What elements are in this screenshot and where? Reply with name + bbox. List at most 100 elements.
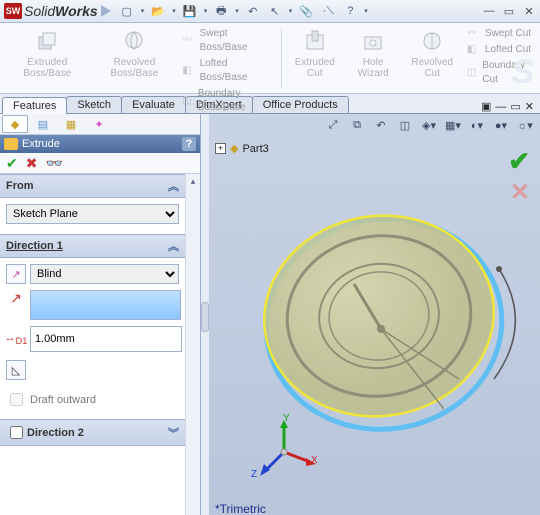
pm-scrollbar[interactable]: ▴ bbox=[185, 174, 200, 515]
fm-tab-feature-tree[interactable]: ◆ bbox=[2, 115, 28, 133]
draft-outward-checkbox[interactable] bbox=[10, 393, 23, 406]
open-icon[interactable]: 📂 bbox=[150, 3, 166, 19]
group-from-body: Sketch Plane bbox=[0, 198, 185, 234]
view-orientation-label: *Trimetric bbox=[215, 502, 266, 515]
scroll-up-icon[interactable]: ▴ bbox=[191, 176, 196, 187]
ribbon-label: Swept Boss/Base bbox=[200, 27, 274, 55]
pm-action-row: ✔ ✖ 👓 bbox=[0, 153, 200, 174]
boundary-boss-icon: ◫ bbox=[182, 94, 193, 108]
feature-tree-icon: ◆ bbox=[11, 118, 19, 131]
pm-cancel-button[interactable]: ✖ bbox=[26, 155, 38, 172]
app-title: SolidWorks bbox=[24, 3, 98, 19]
boundary-cut-button[interactable]: ◫ Boundary Cut bbox=[467, 59, 532, 87]
section-view-icon[interactable]: ◫ bbox=[396, 116, 414, 134]
tab-features[interactable]: Features bbox=[2, 97, 67, 114]
expand-icon[interactable]: + bbox=[215, 143, 226, 154]
group-dir2-header[interactable]: Direction 2︾ bbox=[0, 419, 185, 446]
hide-show-icon[interactable]: ◐▾ bbox=[468, 116, 486, 134]
ribbon-label: Boundary Cut bbox=[482, 59, 532, 87]
flyout-icon[interactable] bbox=[101, 5, 111, 17]
pm-detail-button[interactable]: 👓 bbox=[45, 155, 62, 172]
panel-splitter[interactable] bbox=[201, 114, 209, 515]
new-icon[interactable]: ▢ bbox=[119, 3, 135, 19]
reverse-direction-button[interactable]: ↗ bbox=[6, 264, 26, 284]
view-orient-icon[interactable]: ◈▾ bbox=[420, 116, 438, 134]
app-logo-icon: SW bbox=[4, 3, 22, 19]
depth-input[interactable] bbox=[30, 326, 182, 352]
appearance-icon[interactable]: ●▾ bbox=[492, 116, 510, 134]
help-icon[interactable]: ? bbox=[342, 3, 358, 19]
lofted-boss-icon: ◧ bbox=[182, 64, 195, 78]
minimize-window-icon[interactable]: — bbox=[495, 101, 506, 113]
zoom-area-icon[interactable]: ⧉ bbox=[348, 116, 366, 134]
pin-icon[interactable]: 📎 bbox=[298, 3, 314, 19]
extruded-boss-button[interactable]: Extruded Boss/Base bbox=[4, 25, 91, 93]
ribbon-label: Lofted Boss/Base bbox=[200, 57, 274, 85]
group-label: Direction 2 bbox=[27, 427, 84, 439]
fm-tab-config-mgr[interactable]: ▦ bbox=[58, 115, 84, 133]
boundary-boss-button[interactable]: ◫Boundary Boss/Base bbox=[182, 87, 274, 115]
close-window-icon[interactable]: ✕ bbox=[525, 100, 534, 113]
axis-z-label: Z bbox=[251, 469, 257, 480]
lofted-cut-button[interactable]: ◧Lofted Cut bbox=[467, 43, 532, 57]
splitter-grip-icon bbox=[201, 302, 209, 332]
view-triad[interactable]: Y X Z bbox=[249, 417, 319, 490]
swept-cut-button[interactable]: 〰Swept Cut bbox=[467, 27, 532, 41]
maximize-window-icon[interactable]: ▭ bbox=[510, 100, 520, 113]
from-select[interactable]: Sketch Plane bbox=[6, 204, 179, 224]
extruded-boss-icon bbox=[33, 27, 61, 55]
boundary-cut-icon: ◫ bbox=[467, 66, 478, 80]
dir2-enable-checkbox[interactable] bbox=[10, 426, 23, 439]
quick-access-toolbar: ▢▾ 📂▾ 💾▾ 🖶▾ ↶ ↖▾ 📎 ·⟍ ?▾ bbox=[119, 3, 482, 19]
ribbon-label: Revolved Boss/Base bbox=[97, 57, 173, 79]
minimize-button[interactable]: — bbox=[482, 4, 496, 18]
revolved-boss-button[interactable]: Revolved Boss/Base bbox=[91, 25, 179, 93]
tab-evaluate[interactable]: Evaluate bbox=[121, 96, 186, 113]
workspace: ◆ ▤ ▦ ✦ Extrude ? ✔ ✖ 👓 From︽ Sketch P bbox=[0, 114, 540, 515]
restore-button[interactable]: ▭ bbox=[502, 4, 516, 18]
ribbon-label: Hole Wizard bbox=[351, 57, 396, 79]
undo-icon[interactable]: ↶ bbox=[245, 3, 261, 19]
extruded-cut-icon bbox=[301, 27, 329, 55]
revolved-cut-button[interactable]: Revolved Cut bbox=[402, 25, 463, 93]
revolved-cut-icon bbox=[418, 27, 446, 55]
axis-y-label: Y bbox=[283, 413, 290, 424]
pm-ok-button[interactable]: ✔ bbox=[6, 155, 18, 172]
hole-wizard-button[interactable]: Hole Wizard bbox=[345, 25, 402, 93]
group-dir1-body: ↗ Blind ↗ ↔D1 bbox=[0, 258, 185, 419]
direction-selection-box[interactable] bbox=[30, 290, 181, 320]
revolved-boss-icon bbox=[120, 27, 148, 55]
extruded-cut-button[interactable]: Extruded Cut bbox=[285, 25, 345, 93]
save-icon[interactable]: 💾 bbox=[182, 3, 198, 19]
ribbon-label: Lofted Cut bbox=[485, 43, 531, 57]
part-icon: ◆ bbox=[230, 142, 238, 155]
group-label: From bbox=[6, 180, 34, 192]
group-from-header[interactable]: From︽ bbox=[0, 174, 185, 198]
app-badge: SW SolidWorks bbox=[4, 3, 111, 19]
tab-sketch[interactable]: Sketch bbox=[66, 96, 122, 113]
zoom-fit-icon[interactable]: ⤢ bbox=[324, 116, 342, 134]
graphics-viewport[interactable]: ⤢ ⧉ ↶ ◫ ◈▾ ▦▾ ◐▾ ●▾ ☼▾ ✔ ✕ + ◆ Part3 bbox=[209, 114, 540, 515]
lofted-boss-button[interactable]: ◧ Lofted Boss/Base bbox=[182, 57, 274, 85]
scene-icon[interactable]: ☼▾ bbox=[516, 116, 534, 134]
fm-tab-property-mgr[interactable]: ▤ bbox=[30, 115, 56, 133]
collapse-ribbon-icon[interactable]: ▣ bbox=[481, 100, 491, 113]
confirm-feature-button[interactable]: ✔ bbox=[508, 146, 530, 177]
prev-view-icon[interactable]: ↶ bbox=[372, 116, 390, 134]
pm-help-button[interactable]: ? bbox=[182, 137, 196, 151]
ribbon-label: Swept Cut bbox=[485, 27, 531, 41]
display-style-icon[interactable]: ▦▾ bbox=[444, 116, 462, 134]
ribbon-label: Extruded Boss/Base bbox=[10, 57, 85, 79]
print-icon[interactable]: 🖶 bbox=[213, 3, 229, 19]
draft-button[interactable]: ◺ bbox=[6, 360, 26, 380]
group-dir1-header[interactable]: Direction 1︽ bbox=[0, 234, 185, 258]
fm-tab-dim-mgr[interactable]: ✦ bbox=[86, 115, 112, 133]
axis-x-label: X bbox=[311, 455, 318, 466]
swept-boss-button[interactable]: 〰 Swept Boss/Base bbox=[182, 27, 274, 55]
select-icon[interactable]: ↖ bbox=[267, 3, 283, 19]
ruler-icon[interactable]: ·⟍ bbox=[320, 3, 336, 19]
close-button[interactable]: ✕ bbox=[522, 4, 536, 18]
flyout-tree[interactable]: + ◆ Part3 bbox=[215, 142, 269, 155]
swept-boss-icon: 〰 bbox=[182, 34, 195, 48]
end-condition-select[interactable]: Blind bbox=[30, 264, 179, 284]
